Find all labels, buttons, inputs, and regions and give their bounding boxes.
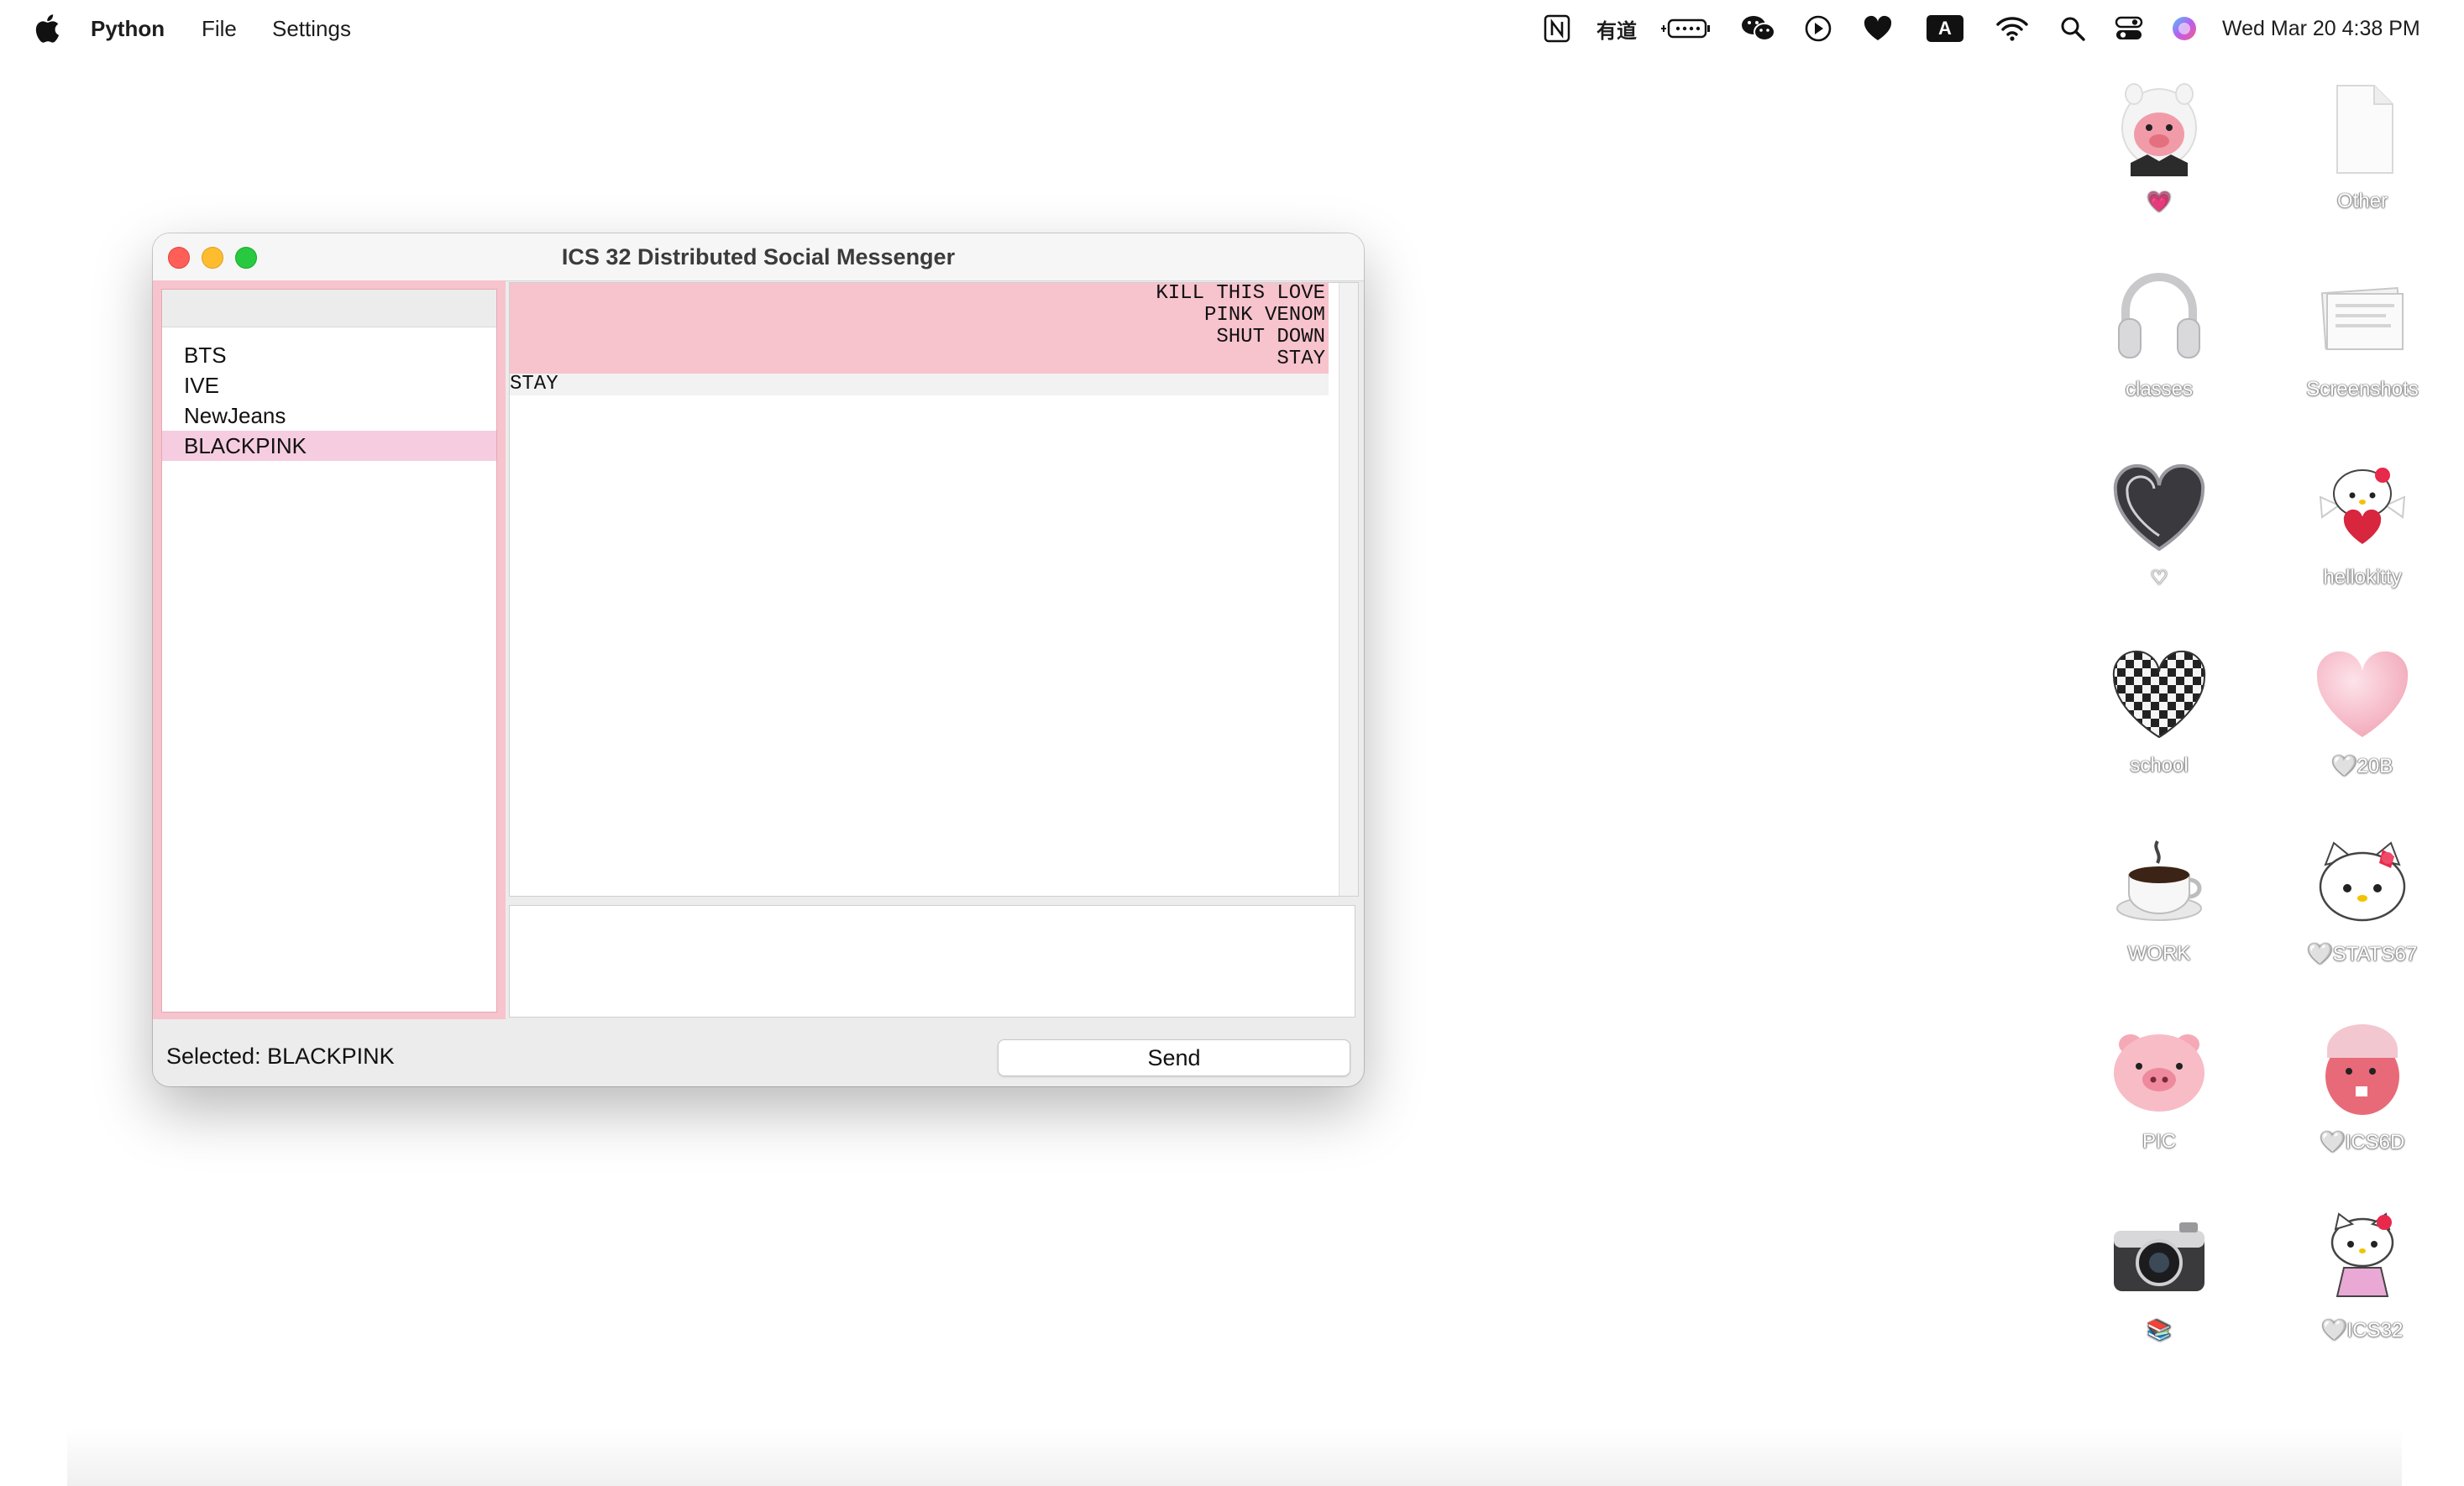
desktop-icon-label: 🤍ICS32 <box>2321 1319 2404 1342</box>
desktop-icon-screenshots[interactable]: Screenshots <box>2266 259 2459 435</box>
contact-panel: BTS IVE NewJeans BLACKPINK <box>153 280 506 1019</box>
sent-message: SHUT DOWN <box>1216 326 1325 348</box>
desktop-icon-label: classes <box>2125 378 2194 400</box>
desktop-icon-label: school <box>2130 754 2189 777</box>
desktop-icon-ics32[interactable]: 🤍ICS32 <box>2266 1199 2459 1375</box>
beaver-icon <box>2325 1024 2399 1115</box>
bear-pig-icon <box>2121 83 2197 176</box>
desktop-icon-label: 🤍20B <box>2331 755 2393 777</box>
contact-item-newjeans[interactable]: NewJeans <box>162 400 496 431</box>
input-source-icon[interactable]: A <box>1927 13 1963 44</box>
hellokitty-face-icon <box>2319 841 2406 922</box>
input-source-label: A <box>1927 15 1963 42</box>
desktop-bottom-shadow <box>67 1427 2402 1486</box>
metal-heart-icon <box>2113 463 2205 552</box>
desktop-icon-label: 🤍STATS67 <box>2307 943 2418 965</box>
received-message: STAY <box>510 373 558 395</box>
control-center-icon[interactable] <box>2115 13 2143 44</box>
contact-item-bts[interactable]: BTS <box>162 340 496 370</box>
sent-messages-block: KILL THIS LOVE PINK VENOM SHUT DOWN STAY <box>510 283 1329 374</box>
search-icon[interactable] <box>2059 13 2086 44</box>
sent-message: STAY <box>1277 348 1325 370</box>
desktop-icon-label: Other <box>2336 190 2388 212</box>
desktop-icon-classes[interactable]: classes <box>2063 259 2256 435</box>
desktop-icon-metal-heart[interactable]: ♡ <box>2063 447 2256 623</box>
desktop-icon-label: WORK <box>2127 942 2191 965</box>
desktop-icon-label: hellokitty <box>2323 566 2402 589</box>
hellokitty-angel-icon <box>2319 468 2406 544</box>
wechat-icon[interactable] <box>1740 13 1777 44</box>
checker-heart-icon <box>2112 650 2206 739</box>
sent-message: PINK VENOM <box>1203 304 1325 327</box>
youdao-icon[interactable]: 有道 <box>1596 13 1638 44</box>
heart-icon[interactable] <box>1863 13 1893 44</box>
received-messages-block: STAY <box>510 374 1329 395</box>
message-entry-field[interactable] <box>509 905 1355 1018</box>
battery-charging-icon[interactable] <box>1659 13 1712 44</box>
desktop-icon-label: ♡ <box>2150 567 2168 589</box>
contact-list-header <box>162 290 496 327</box>
desktop-icon-hellokitty[interactable]: hellokitty <box>2266 447 2459 623</box>
status-area: 有道 A Wed Mar 20 4:38 PM <box>0 0 2464 57</box>
desktop-icon-other[interactable]: Other <box>2266 71 2459 247</box>
message-scrollbar[interactable] <box>1339 283 1358 896</box>
desktop-icon-books[interactable]: 📚 <box>2063 1199 2256 1375</box>
send-button[interactable]: Send <box>998 1039 1350 1076</box>
desktop-icon-20b[interactable]: 🤍20B <box>2266 635 2459 811</box>
contact-list[interactable]: BTS IVE NewJeans BLACKPINK <box>161 289 497 1012</box>
desktop-icon-school[interactable]: school <box>2063 635 2256 811</box>
camera-icon <box>2114 1222 2204 1291</box>
sent-message: KILL THIS LOVE <box>1156 282 1325 305</box>
file-icon <box>2336 85 2393 174</box>
siri-icon[interactable] <box>2170 13 2199 44</box>
messenger-window: ICS 32 Distributed Social Messenger BTS … <box>153 233 1364 1086</box>
pig-face-icon <box>2114 1034 2204 1112</box>
message-display[interactable]: KILL THIS LOVE PINK VENOM SHUT DOWN STAY… <box>509 282 1359 897</box>
desktop-icon-stats67[interactable]: 🤍STATS67 <box>2266 823 2459 999</box>
headphones-icon <box>2118 273 2200 358</box>
desktop-icon-label: PIC <box>2142 1130 2176 1153</box>
menu-bar: Python File Settings 有道 A Wed Mar 20 4:3… <box>0 0 2464 57</box>
notion-icon[interactable] <box>1544 13 1570 44</box>
window-title: ICS 32 Distributed Social Messenger <box>561 244 956 269</box>
window-titlebar[interactable]: ICS 32 Distributed Social Messenger <box>153 233 1364 281</box>
desktop-icon-pic[interactable]: PIC <box>2063 1011 2256 1187</box>
hellokitty-icon <box>2330 1212 2394 1297</box>
contact-item-ive[interactable]: IVE <box>162 370 496 400</box>
desktop-icon-work[interactable]: WORK <box>2063 823 2256 999</box>
desktop-icon-heart-emoji[interactable]: 💗 <box>2063 71 2256 247</box>
desktop-icon-label: 🤍ICS6D <box>2320 1131 2405 1154</box>
contact-item-blackpink[interactable]: BLACKPINK <box>162 431 496 461</box>
menu-clock[interactable]: Wed Mar 20 4:38 PM <box>2222 0 2420 57</box>
screenshots-folder-icon <box>2320 286 2404 350</box>
wifi-icon[interactable] <box>1995 13 2029 44</box>
desktop-icon-ics6d[interactable]: 🤍ICS6D <box>2266 1011 2459 1187</box>
desktop-icon-label: 💗 <box>2147 191 2172 213</box>
coffee-cup-icon <box>2116 840 2202 921</box>
desktop-icon-label: 📚 <box>2147 1319 2172 1342</box>
pink-heart-icon <box>2316 651 2409 737</box>
selected-contact-label: Selected: BLACKPINK <box>166 1044 395 1069</box>
desktop-icon-label: Screenshots <box>2306 378 2419 400</box>
play-circle-icon[interactable] <box>1804 13 1832 44</box>
